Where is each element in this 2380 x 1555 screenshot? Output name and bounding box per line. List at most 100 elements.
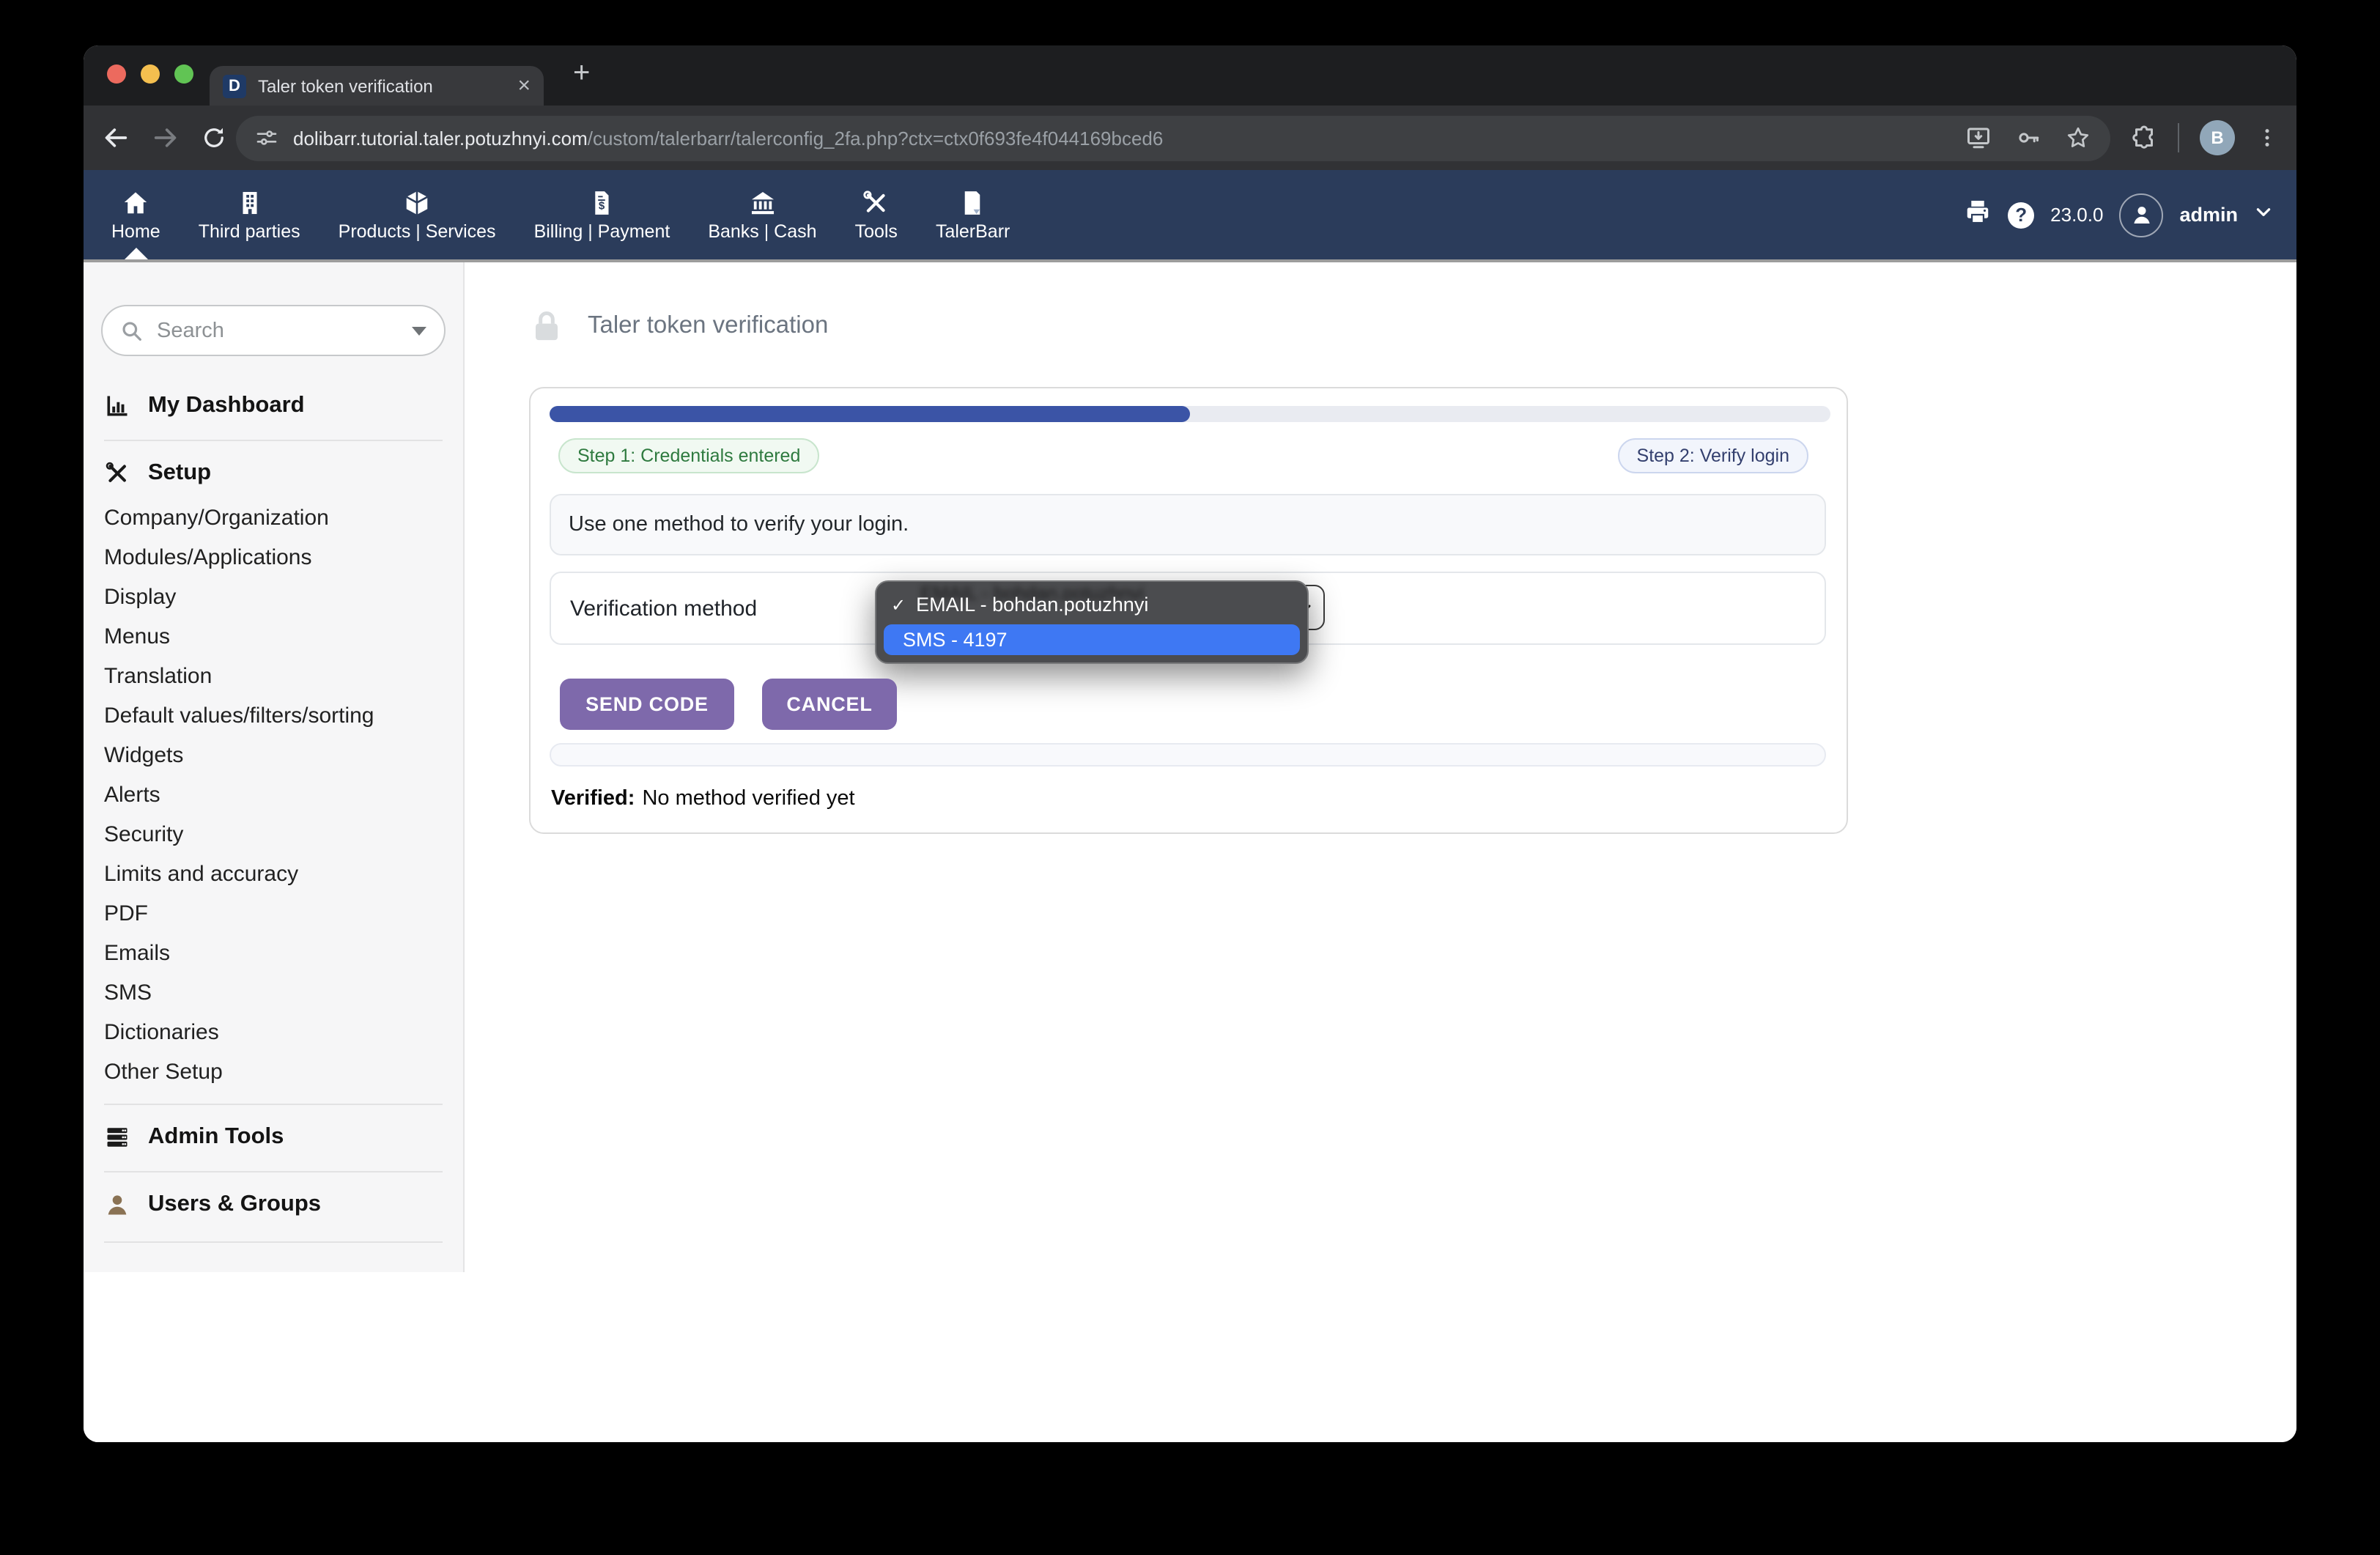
- bookmark-star-icon[interactable]: [2065, 125, 2091, 151]
- progress-track: [550, 406, 1830, 422]
- cancel-button[interactable]: CANCEL: [762, 679, 897, 730]
- tab-title: Taler token verification: [258, 75, 506, 96]
- option-sms[interactable]: SMS - 4197: [884, 624, 1300, 655]
- zoom-window-button[interactable]: [174, 64, 193, 84]
- server-icon: [104, 1124, 130, 1150]
- sidebar-item-admin-tools[interactable]: Admin Tools: [84, 1118, 463, 1156]
- sidebar-divider: [104, 1171, 443, 1172]
- option-email[interactable]: ✓ EMAIL - bohdan.potuzhnyi: [891, 588, 1296, 621]
- menu-third-parties[interactable]: Third parties: [180, 170, 319, 259]
- check-icon: ✓: [891, 594, 906, 615]
- url-path: /custom/talerbarr/talerconfig_2fa.php?ct…: [588, 127, 1164, 149]
- menu-home[interactable]: Home: [92, 170, 180, 259]
- empty-status-box: [550, 743, 1826, 767]
- send-code-button[interactable]: SEND CODE: [560, 679, 734, 730]
- page-title: Taler token verification: [588, 312, 828, 340]
- menu-products-services[interactable]: Products | Services: [319, 170, 515, 259]
- reload-icon[interactable]: [201, 125, 227, 151]
- top-menu-right: ? 23.0.0 admin: [1964, 193, 2296, 237]
- sidebar-item-security[interactable]: Security: [84, 815, 463, 854]
- lock-icon: [532, 309, 561, 343]
- search-placeholder: Search: [157, 319, 399, 342]
- sidebar-divider: [104, 440, 443, 441]
- dolibarr-top-menu: Home Third parties Products | Services $…: [84, 170, 2296, 259]
- url-text: dolibarr.tutorial.taler.potuzhnyi.com/cu…: [293, 127, 1163, 149]
- menu-banks-cash[interactable]: Banks | Cash: [689, 170, 835, 259]
- tab-close-icon[interactable]: ×: [517, 75, 531, 97]
- sidebar-item-other-setup[interactable]: Other Setup: [84, 1052, 463, 1092]
- menu-talerbarr[interactable]: TalerBarr: [917, 170, 1029, 259]
- menu-dots-icon[interactable]: [2255, 126, 2279, 149]
- sidebar-item-translation[interactable]: Translation: [84, 657, 463, 696]
- menu-tools[interactable]: Tools: [836, 170, 917, 259]
- cube-icon: [403, 188, 431, 216]
- url-bar[interactable]: dolibarr.tutorial.taler.potuzhnyi.com/cu…: [236, 115, 2110, 160]
- sidebar-item-widgets[interactable]: Widgets: [84, 736, 463, 775]
- dolibarr-favicon-icon: D: [223, 74, 246, 97]
- install-app-icon[interactable]: [1965, 125, 1992, 151]
- tools-icon: [862, 188, 890, 216]
- back-icon[interactable]: [101, 123, 130, 152]
- toolbar-separator: [2178, 123, 2179, 152]
- minimize-window-button[interactable]: [141, 64, 160, 84]
- sidebar-item-my-dashboard[interactable]: My Dashboard: [84, 388, 463, 424]
- verified-label: Verified:: [551, 787, 635, 810]
- verification-method-label: Verification method: [570, 573, 757, 646]
- home-icon: [122, 188, 149, 216]
- user-avatar-icon[interactable]: [2119, 193, 2163, 237]
- document-icon: [959, 188, 987, 216]
- profile-avatar[interactable]: B: [2200, 120, 2235, 155]
- svg-text:$: $: [599, 199, 605, 212]
- sidebar-item-pdf[interactable]: PDF: [84, 894, 463, 934]
- chart-bars-icon: [104, 393, 130, 419]
- new-tab-button[interactable]: +: [573, 57, 590, 91]
- password-key-icon[interactable]: [2015, 125, 2041, 151]
- sidebar-item-menus[interactable]: Menus: [84, 617, 463, 657]
- menu-billing-payment[interactable]: $ Billing | Payment: [515, 170, 690, 259]
- sidebar-item-emails[interactable]: Emails: [84, 934, 463, 973]
- sidebar-item-users-groups[interactable]: Users & Groups: [84, 1186, 463, 1224]
- close-window-button[interactable]: [107, 64, 126, 84]
- print-icon[interactable]: [1964, 197, 1992, 232]
- main-area: Taler token verification Step 1: Credent…: [465, 262, 2296, 1442]
- search-box[interactable]: Search: [101, 305, 446, 356]
- search-icon: [120, 319, 144, 342]
- screenshot-stage: D Taler token verification × + dolibarr.…: [0, 0, 2380, 1555]
- sidebar-item-default-values[interactable]: Default values/filters/sorting: [84, 696, 463, 736]
- help-icon[interactable]: ?: [2008, 202, 2034, 228]
- info-message: Use one method to verify your login.: [550, 494, 1826, 555]
- page-title-row: Taler token verification: [532, 309, 828, 343]
- invoice-icon: $: [588, 188, 616, 216]
- version-label: 23.0.0: [2050, 204, 2103, 226]
- sidebar-item-sms[interactable]: SMS: [84, 973, 463, 1013]
- building-icon: [235, 188, 263, 216]
- step2-badge: Step 2: Verify login: [1618, 438, 1808, 473]
- sidebar-item-alerts[interactable]: Alerts: [84, 775, 463, 815]
- progress-fill: [550, 406, 1190, 422]
- sidebar-item-modules-applications[interactable]: Modules/Applications: [84, 538, 463, 577]
- tab-strip: D Taler token verification × +: [84, 45, 2296, 106]
- select-dropdown-popup: EMAIL - bohdan.potuzhnyi ✓ EMAIL - bohda…: [875, 580, 1309, 664]
- extensions-puzzle-icon[interactable]: [2131, 125, 2157, 151]
- sidebar-divider: [104, 1241, 443, 1243]
- url-domain: dolibarr.tutorial.taler.potuzhnyi.com: [293, 127, 588, 149]
- forward-icon[interactable]: [151, 123, 180, 152]
- user-name: admin: [2179, 204, 2238, 226]
- sidebar-divider: [104, 1104, 443, 1105]
- sidebar-item-limits-accuracy[interactable]: Limits and accuracy: [84, 854, 463, 894]
- sidebar-item-dictionaries[interactable]: Dictionaries: [84, 1013, 463, 1052]
- user-icon: [104, 1192, 130, 1218]
- setup-tools-icon: [104, 460, 130, 487]
- sidebar-item-setup[interactable]: Setup: [84, 456, 463, 491]
- site-settings-icon[interactable]: [255, 126, 278, 149]
- user-chevron-down-icon[interactable]: [2254, 202, 2273, 228]
- search-dropdown-icon[interactable]: [412, 326, 426, 335]
- browser-tab[interactable]: D Taler token verification ×: [210, 66, 544, 106]
- verified-status: Verified:No method verified yet: [551, 787, 855, 810]
- browser-toolbar: dolibarr.tutorial.taler.potuzhnyi.com/cu…: [84, 106, 2296, 170]
- sidebar-item-display[interactable]: Display: [84, 577, 463, 617]
- sidebar-item-company-organization[interactable]: Company/Organization: [84, 498, 463, 538]
- browser-window: D Taler token verification × + dolibarr.…: [84, 45, 2296, 1442]
- bank-icon: [748, 188, 776, 216]
- step1-badge: Step 1: Credentials entered: [558, 438, 819, 473]
